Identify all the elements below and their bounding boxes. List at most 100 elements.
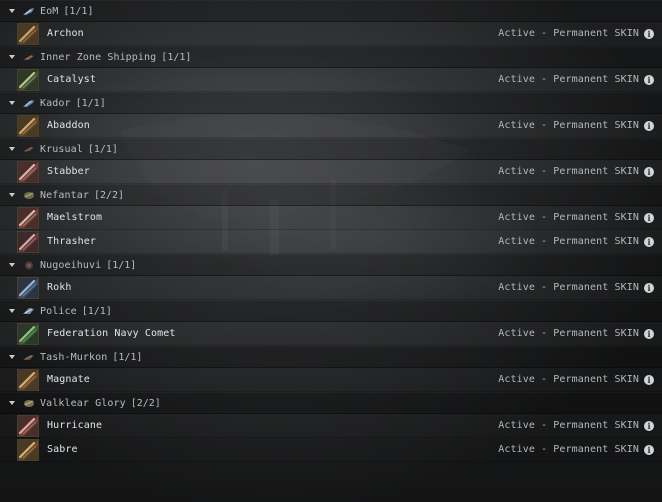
info-glyph: i [647,236,651,247]
group-title: Kador [40,97,71,109]
skin-row[interactable]: Catalyst Active - Permanent SKIN i [0,68,662,92]
ship-name: Sabre [47,444,78,455]
info-glyph: i [647,420,651,431]
info-icon[interactable]: i [644,166,654,177]
group-title: Police [40,305,77,317]
eom-faction-icon [21,6,36,17]
group-header[interactable]: Nefantar [2/2] [0,184,662,206]
kador-faction-icon [21,98,36,109]
group-header[interactable]: Kador [1/1] [0,92,662,114]
chevron-down-icon[interactable] [9,101,15,105]
ship-thumbnail [17,206,39,229]
skin-status: Active - Permanent SKIN [498,28,639,39]
info-icon[interactable]: i [644,212,654,223]
info-glyph: i [647,212,651,223]
ship-name: Archon [47,28,84,39]
skin-status: Active - Permanent SKIN [498,166,639,177]
ship-thumbnail [17,414,39,437]
group-title: Krusual [40,143,83,155]
nefantar-faction-icon [21,190,36,201]
skin-row[interactable]: Abaddon Active - Permanent SKIN i [0,114,662,138]
ship-name: Stabber [47,166,90,177]
skin-status: Active - Permanent SKIN [498,444,639,455]
chevron-down-icon[interactable] [9,309,15,313]
ship-thumbnail [17,68,39,91]
ship-name: Hurricane [47,420,103,431]
group-header[interactable]: Inner Zone Shipping [1/1] [0,46,662,68]
nugoeihuvi-faction-icon [21,260,36,271]
valklear-glory-faction-icon [21,398,36,409]
info-icon[interactable]: i [644,282,654,293]
info-glyph: i [647,166,651,177]
ship-name: Magnate [47,374,90,385]
group-header[interactable]: Krusual [1/1] [0,138,662,160]
group-title: EoM [40,5,59,17]
info-icon[interactable]: i [644,120,654,131]
ship-thumbnail [17,322,39,345]
tash-murkon-faction-icon [21,352,36,363]
krusual-faction-icon [21,144,36,155]
chevron-down-icon[interactable] [9,263,15,267]
ship-name: Thrasher [47,236,96,247]
group-title: Tash-Murkon [40,351,108,363]
group-title: Nefantar [40,189,89,201]
info-icon[interactable]: i [644,444,654,455]
skin-status: Active - Permanent SKIN [498,120,639,131]
group-count: [1/1] [161,51,192,63]
ship-thumbnail [17,368,39,391]
info-glyph: i [647,328,651,339]
skin-status: Active - Permanent SKIN [498,328,639,339]
group-count: [1/1] [75,97,106,109]
skin-row[interactable]: Hurricane Active - Permanent SKIN i [0,414,662,438]
info-icon[interactable]: i [644,28,654,39]
inner-zone-shipping-faction-icon [21,52,36,63]
ship-thumbnail [17,230,39,253]
skin-row[interactable]: Stabber Active - Permanent SKIN i [0,160,662,184]
group-header[interactable]: Valklear Glory [2/2] [0,392,662,414]
skin-status: Active - Permanent SKIN [498,212,639,223]
skin-row[interactable]: Federation Navy Comet Active - Permanent … [0,322,662,346]
police-faction-icon [21,306,36,317]
skin-status: Active - Permanent SKIN [498,282,639,293]
info-icon[interactable]: i [644,328,654,339]
info-glyph: i [647,28,651,39]
skin-row[interactable]: Magnate Active - Permanent SKIN i [0,368,662,392]
chevron-down-icon[interactable] [9,401,15,405]
group-header[interactable]: Tash-Murkon [1/1] [0,346,662,368]
skin-status: Active - Permanent SKIN [498,236,639,247]
skin-row[interactable]: Sabre Active - Permanent SKIN i [0,438,662,462]
chevron-down-icon[interactable] [9,355,15,359]
group-count: [2/2] [130,397,161,409]
skin-row[interactable]: Thrasher Active - Permanent SKIN i [0,230,662,254]
ship-thumbnail [17,438,39,461]
group-count: [1/1] [106,259,137,271]
ship-thumbnail [17,114,39,137]
skin-list: EoM [1/1] Archon Active - Permanent SKIN i In… [0,0,662,502]
ship-name: Catalyst [47,74,96,85]
chevron-down-icon[interactable] [9,147,15,151]
group-title: Inner Zone Shipping [40,51,157,63]
info-glyph: i [647,120,651,131]
skin-row[interactable]: Rokh Active - Permanent SKIN i [0,276,662,300]
group-header[interactable]: Nugoeihuvi [1/1] [0,254,662,276]
info-icon[interactable]: i [644,74,654,85]
chevron-down-icon[interactable] [9,55,15,59]
group-title: Nugoeihuvi [40,259,102,271]
skin-row[interactable]: Archon Active - Permanent SKIN i [0,22,662,46]
ship-thumbnail [17,160,39,183]
group-count: [1/1] [112,351,143,363]
group-header[interactable]: EoM [1/1] [0,0,662,22]
info-icon[interactable]: i [644,236,654,247]
info-icon[interactable]: i [644,420,654,431]
skin-row[interactable]: Maelstrom Active - Permanent SKIN i [0,206,662,230]
group-count: [1/1] [63,5,94,17]
group-count: [2/2] [93,189,125,201]
ship-name: Rokh [47,282,72,293]
info-icon[interactable]: i [644,374,654,385]
info-glyph: i [647,282,651,293]
ship-name: Federation Navy Comet [47,328,176,339]
ship-name: Maelstrom [47,212,103,223]
chevron-down-icon[interactable] [9,193,15,197]
chevron-down-icon[interactable] [9,9,15,13]
group-header[interactable]: Police [1/1] [0,300,662,322]
